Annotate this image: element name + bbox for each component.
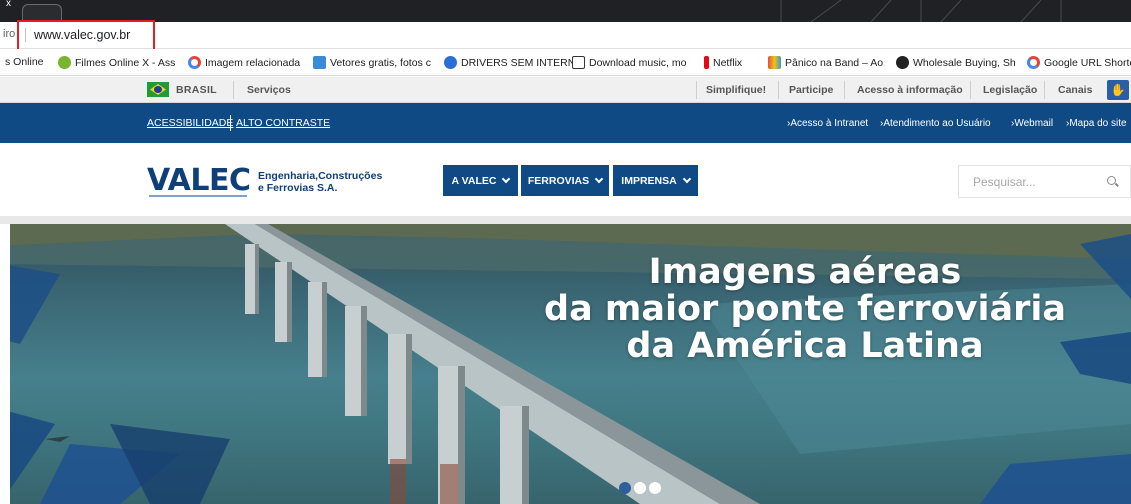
hero-banner[interactable]: Imagens aéreas da maior ponte ferroviári…: [0, 224, 1131, 504]
search-input[interactable]: [959, 166, 1089, 197]
logo-subtitle: e Ferrovias S.A.: [258, 182, 338, 194]
search-box: [958, 165, 1131, 198]
accessibility-bar: ACESSIBILIDADE ALTO CONTRASTE ›Acesso à …: [0, 103, 1131, 143]
carousel-dot[interactable]: [634, 482, 646, 494]
browser-tab-strip: x: [0, 0, 1131, 22]
bookmark-label: Download music, mo: [589, 56, 687, 69]
logo-underline: [149, 195, 247, 197]
tab-strip-decoration: [780, 0, 1062, 22]
download-icon: [572, 56, 585, 69]
driver-icon: [444, 56, 457, 69]
divider: [233, 81, 234, 99]
band-icon: [768, 56, 781, 69]
acessibilidade-link[interactable]: ACESSIBILIDADE: [147, 117, 233, 129]
divider: [970, 81, 971, 99]
brazil-flag-icon: [147, 82, 169, 97]
mapa-site-link[interactable]: ›Mapa do site: [1066, 118, 1127, 129]
google-icon: [188, 56, 201, 69]
address-bar[interactable]: iro www.valec.gov.br: [0, 22, 1131, 49]
nav-label: IMPRENSA: [621, 174, 677, 187]
divider: [696, 81, 697, 99]
vector-icon: [313, 56, 326, 69]
google-icon: [1027, 56, 1040, 69]
carousel-dot[interactable]: [619, 482, 631, 494]
intranet-link[interactable]: ›Acesso à Intranet: [787, 118, 868, 129]
search-icon[interactable]: [1107, 176, 1116, 185]
logo-subtitle: Engenharia,Construções: [258, 170, 383, 182]
nav-ferrovias[interactable]: FERROVIAS: [521, 165, 609, 196]
bookmark-item[interactable]: Filmes Online X - Ass: [58, 56, 175, 69]
bookmark-item[interactable]: Wholesale Buying, Sh: [896, 56, 1016, 69]
divider: [1044, 81, 1045, 99]
atendimento-link[interactable]: ›Atendimento ao Usuário: [880, 118, 991, 129]
bookmark-item[interactable]: Netflix: [704, 56, 742, 69]
divider: [844, 81, 845, 99]
simplifique-link[interactable]: Simplifique!: [706, 84, 766, 96]
chevron-down-icon: [682, 174, 691, 184]
divider: [778, 81, 779, 99]
nav-a-valec[interactable]: A VALEC: [443, 165, 518, 196]
header-divider: [0, 216, 1131, 224]
carousel-dot[interactable]: [649, 482, 661, 494]
wholesale-icon: [896, 56, 909, 69]
brasil-link[interactable]: BRASIL: [176, 84, 217, 96]
chevron-down-icon: [502, 174, 511, 184]
bookmark-label: DRIVERS SEM INTERN: [461, 56, 576, 69]
nav-label: A VALEC: [451, 174, 497, 187]
site-header: VALEC Engenharia,Construções e Ferrovias…: [0, 143, 1131, 216]
bookmark-item[interactable]: Google URL Shorten: [1027, 56, 1131, 69]
url-highlight-box: [17, 20, 155, 51]
valec-logo[interactable]: VALEC: [147, 163, 251, 198]
canais-link[interactable]: Canais: [1058, 84, 1092, 96]
bookmark-label: Pânico na Band – Ao: [785, 56, 884, 69]
close-icon[interactable]: x: [6, 0, 11, 9]
netflix-icon: [704, 56, 709, 69]
bookmark-item[interactable]: Imagem relacionada: [188, 56, 300, 69]
hero-title: Imagens aéreas da maior ponte ferroviári…: [520, 254, 1090, 365]
film-icon: [58, 56, 71, 69]
bookmark-label: Google URL Shorten: [1044, 56, 1131, 69]
bookmark-item[interactable]: Vetores gratis, fotos c: [313, 56, 431, 69]
participe-link[interactable]: Participe: [789, 84, 833, 96]
acesso-informacao-link[interactable]: Acesso à informação: [857, 84, 963, 96]
bookmark-label: s Online: [5, 56, 44, 68]
webmail-link[interactable]: ›Webmail: [1011, 118, 1053, 129]
bookmark-label: Wholesale Buying, Sh: [913, 56, 1016, 69]
bookmark-item[interactable]: DRIVERS SEM INTERN: [444, 56, 575, 69]
hero-title-line: da maior ponte ferroviária: [544, 289, 1066, 329]
hero-title-line: da América Latina: [626, 326, 984, 366]
chevron-down-icon: [594, 174, 604, 184]
bookmark-item[interactable]: s Online: [5, 56, 44, 68]
legislacao-link[interactable]: Legislação: [983, 84, 1037, 96]
vlibras-hand-icon[interactable]: ✋: [1107, 80, 1129, 100]
gov-bar: BRASIL Serviços Simplifique! Participe A…: [0, 77, 1131, 103]
bookmarks-bar: s Online Filmes Online X - Ass Imagem re…: [0, 49, 1131, 76]
nav-imprensa[interactable]: IMPRENSA: [613, 165, 698, 196]
address-prefix: iro: [3, 28, 16, 40]
carousel-dots: [619, 482, 661, 494]
bookmark-item[interactable]: Pânico na Band – Ao: [768, 56, 883, 69]
hero-title-line: Imagens aéreas: [648, 252, 962, 292]
bookmark-label: Imagem relacionada: [205, 56, 301, 69]
nav-label: FERROVIAS: [527, 174, 590, 187]
servicos-link[interactable]: Serviços: [247, 84, 291, 96]
bookmark-label: Netflix: [713, 56, 743, 69]
bookmark-item[interactable]: Download music, mo: [572, 56, 686, 69]
divider: [230, 115, 231, 131]
hero-left-edge: [0, 224, 10, 504]
bookmark-label: Vetores gratis, fotos c: [330, 56, 431, 69]
bookmark-label: Filmes Online X - Ass: [75, 56, 176, 69]
alto-contraste-link[interactable]: ALTO CONTRASTE: [236, 117, 330, 129]
